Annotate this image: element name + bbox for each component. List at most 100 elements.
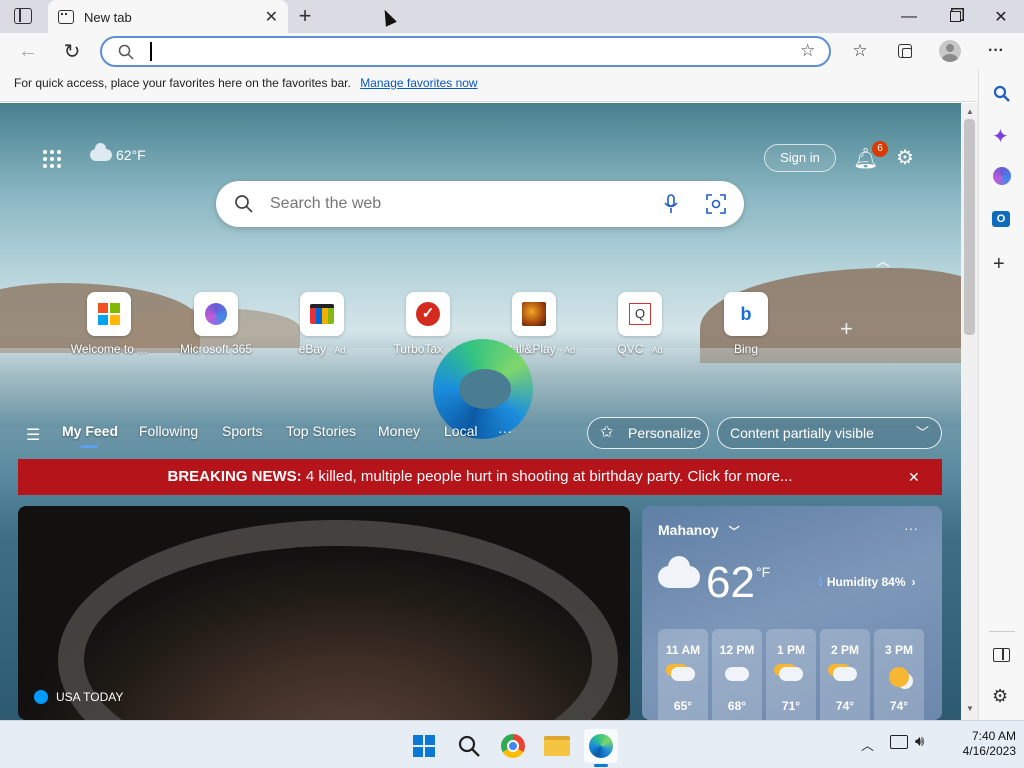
hourly-forecast-item[interactable]: 1 PM 71°	[766, 629, 816, 720]
weather-location[interactable]: Mahanoy ﹀	[658, 522, 740, 539]
settings-more-icon[interactable]: ···	[982, 37, 1010, 65]
copilot-icon[interactable]: ✦	[992, 124, 1009, 149]
profile-avatar[interactable]	[936, 37, 964, 65]
page-scrollbar[interactable]: ▲ ▼	[961, 103, 978, 720]
breaking-news-banner[interactable]: BREAKING NEWS: 4 killed, multiple people…	[18, 459, 942, 495]
tab-money[interactable]: Money	[378, 423, 420, 439]
start-button[interactable]	[407, 729, 441, 763]
show-hidden-icons-icon[interactable]: ︿	[861, 735, 874, 754]
tile-label: Bing	[733, 342, 759, 356]
weather-card[interactable]: Mahanoy ﹀ ··· 62 °F 💧︎ Humidity 84% › 11…	[642, 506, 942, 720]
hour-time: 11 AM	[665, 643, 701, 657]
more-tabs-button[interactable]: ···	[498, 423, 512, 439]
tile-welcome[interactable]: Welcome to ...	[65, 292, 153, 356]
web-search-box[interactable]	[216, 181, 744, 227]
favorites-icon[interactable]: ☆	[846, 37, 874, 65]
tab-my-feed[interactable]: My Feed	[62, 423, 118, 439]
ad-label: · Ad	[559, 345, 576, 355]
back-button[interactable]: ←	[14, 37, 42, 65]
title-bar: New tab ✕ + — ✕	[0, 0, 1024, 34]
new-tab-icon	[58, 10, 74, 24]
refresh-button[interactable]: ↻	[58, 37, 86, 65]
hour-temp: 68°	[727, 699, 747, 713]
more-options-icon[interactable]: ···	[904, 520, 918, 536]
turbotax-check-icon: ✓	[416, 302, 440, 326]
manage-favorites-link[interactable]: Manage favorites now	[360, 76, 477, 90]
personalize-icon: ✩	[600, 424, 614, 441]
search-icon	[118, 44, 134, 60]
edge-sidebar: ✦ O + ⚙	[978, 69, 1024, 720]
hourly-forecast-item[interactable]: 3 PM 74°	[874, 629, 924, 720]
tab-new-tab[interactable]: New tab ✕	[48, 0, 288, 34]
hour-temp: 71°	[781, 699, 801, 713]
address-input[interactable]	[146, 42, 746, 62]
weather-widget[interactable]: 62°F	[90, 143, 146, 163]
microphone-icon[interactable]	[664, 194, 678, 214]
hourly-forecast-item[interactable]: 2 PM 74°	[820, 629, 870, 720]
add-site-icon[interactable]: +	[840, 316, 853, 342]
hourly-forecast-item[interactable]: 12 PM 68°	[712, 629, 762, 720]
weather-temp: 62°F	[116, 147, 146, 163]
close-banner-icon[interactable]: ✕	[908, 459, 920, 495]
volume-icon[interactable]: 🔊︎	[915, 733, 924, 750]
hide-sidebar-icon[interactable]	[993, 648, 1010, 662]
sidebar-settings-icon[interactable]: ⚙	[992, 686, 1008, 707]
humidity-readout[interactable]: 💧︎ Humidity 84% ›	[818, 574, 916, 589]
tab-following[interactable]: Following	[139, 423, 198, 439]
minimize-button[interactable]: —	[886, 0, 932, 33]
close-tab-icon[interactable]: ✕	[265, 7, 278, 27]
close-window-button[interactable]: ✕	[978, 0, 1024, 33]
partly-sunny-icon	[671, 667, 695, 681]
sidebar-search-icon[interactable]	[993, 85, 1011, 103]
toolbar: ← ↻ ☆ ☆ ···	[0, 33, 1024, 69]
outlook-icon[interactable]: O	[992, 211, 1010, 227]
water-drop-icon: 💧︎	[818, 574, 823, 588]
add-favorite-icon[interactable]: ☆	[800, 41, 815, 61]
breaking-news-text: 4 killed, multiple people hurt in shooti…	[305, 468, 793, 485]
chrome-app[interactable]	[496, 729, 530, 763]
address-bar[interactable]: ☆	[100, 36, 831, 67]
tab-top-stories[interactable]: Top Stories	[286, 423, 356, 439]
content-visibility-dropdown[interactable]: Content partially visible ﹀	[717, 417, 942, 449]
tab-local[interactable]: Local	[444, 423, 477, 439]
edge-app[interactable]	[584, 729, 618, 763]
search-icon	[458, 735, 480, 757]
new-tab-button[interactable]: +	[292, 4, 318, 30]
mouse-cursor-icon	[379, 7, 397, 27]
hourly-forecast-item[interactable]: 11 AM 65°	[658, 629, 708, 720]
tile-bing[interactable]: b Bing	[702, 292, 790, 356]
tile-ebay[interactable]: eBay · Ad	[278, 292, 366, 356]
new-tab-page: 62°F Sign in 🔔︎ 6 ⚙ ︿ Welcome to ... Mic…	[0, 103, 961, 720]
tile-qvc[interactable]: Q QVC · Ad	[596, 292, 684, 356]
edge-icon	[589, 734, 613, 758]
sign-in-button[interactable]: Sign in	[764, 144, 836, 172]
article-card[interactable]: USA TODAY	[18, 506, 630, 720]
ad-label: · Ad	[329, 345, 346, 355]
restore-button[interactable]	[932, 0, 978, 33]
tab-actions-icon[interactable]	[14, 8, 32, 24]
ebay-bag-icon	[310, 304, 334, 324]
taskbar-search-button[interactable]	[452, 729, 486, 763]
hour-time: 12 PM	[719, 643, 755, 657]
microsoft-365-icon[interactable]	[993, 167, 1011, 185]
clock[interactable]: 7:40 AM 4/16/2023	[946, 729, 1016, 759]
scrollbar-thumb[interactable]	[964, 119, 975, 335]
network-icon[interactable]	[890, 735, 908, 749]
notification-badge: 6	[872, 141, 888, 157]
current-temp: 62	[706, 558, 755, 607]
apps-grid-icon[interactable]	[42, 149, 62, 169]
web-search-input[interactable]	[270, 193, 630, 215]
personalize-button[interactable]: ✩ Personalize	[587, 417, 709, 449]
tile-microsoft-365[interactable]: Microsoft 365	[172, 292, 260, 356]
feed-menu-icon[interactable]: ☰	[26, 425, 40, 445]
page-settings-icon[interactable]: ⚙	[896, 145, 914, 170]
collapse-chevron-icon[interactable]: ︿	[876, 251, 890, 271]
hour-temp: 74°	[889, 699, 909, 713]
visual-search-icon[interactable]	[706, 194, 726, 214]
collections-icon[interactable]	[891, 37, 919, 65]
tile-label: TurboTax	[393, 342, 444, 356]
breaking-news-label: BREAKING NEWS:	[167, 468, 302, 485]
tab-sports[interactable]: Sports	[222, 423, 262, 439]
add-sidebar-app-icon[interactable]: +	[993, 253, 1005, 276]
file-explorer-app[interactable]	[540, 729, 574, 763]
